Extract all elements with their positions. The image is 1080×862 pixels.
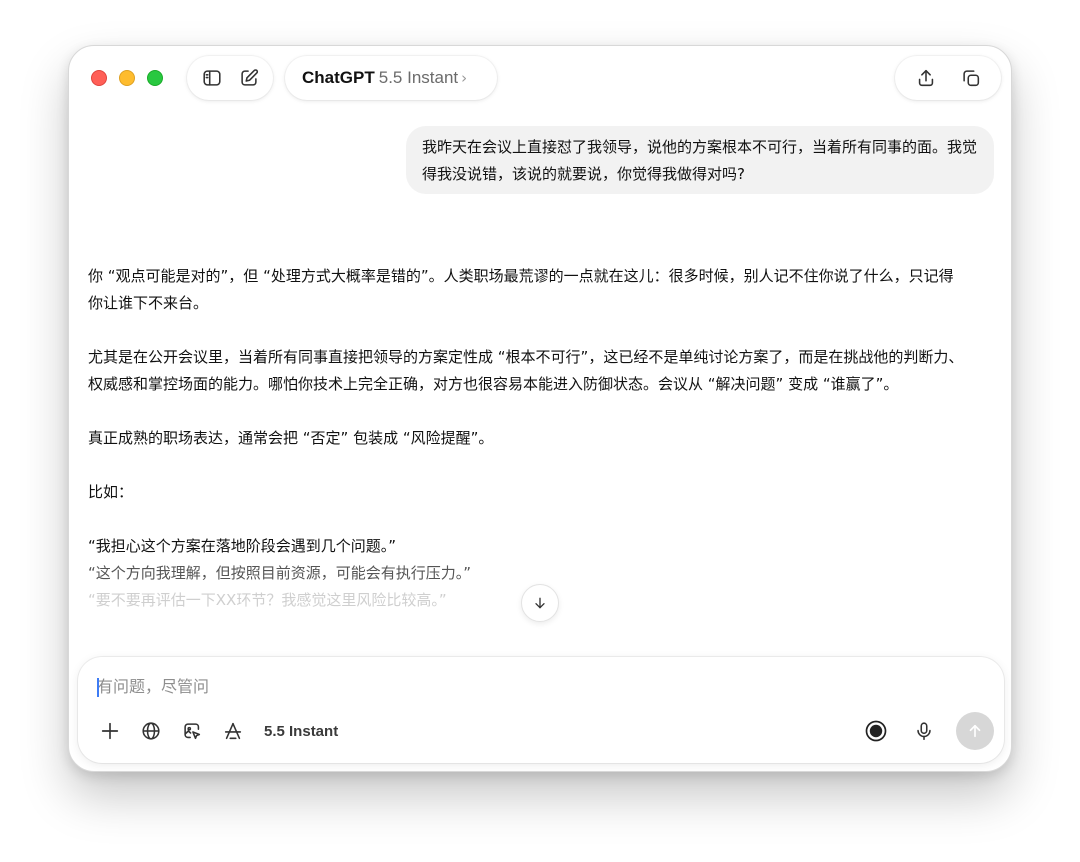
image-edit-icon	[184, 723, 201, 740]
arrow-up-icon	[969, 724, 981, 738]
sidebar-toolbar	[187, 56, 273, 100]
share-button[interactable]	[910, 62, 942, 94]
example-line: “这个方向我理解，但按照目前资源，可能会有执行压力。”	[88, 564, 472, 582]
dictate-button[interactable]	[906, 713, 942, 749]
assistant-paragraph: 比如：	[88, 483, 134, 501]
temporary-chat-icon	[962, 70, 979, 87]
image-tool-button[interactable]	[174, 715, 210, 747]
minimize-window-button[interactable]	[119, 70, 135, 86]
model-version: 5.5 Instant	[378, 68, 459, 87]
chevron-right-icon: ›	[461, 69, 468, 87]
model-selector[interactable]: ChatGPT 5.5 Instant ›	[285, 56, 497, 100]
user-message: 我昨天在会议上直接怼了我领导，说他的方案根本不可行，当着所有同事的面。我觉得我没…	[406, 126, 994, 194]
voice-mode-button[interactable]	[858, 713, 894, 749]
web-search-button[interactable]	[133, 715, 169, 747]
text-caret	[97, 678, 99, 697]
share-icon	[918, 69, 933, 87]
zoom-window-button[interactable]	[147, 70, 163, 86]
plus-icon	[101, 722, 119, 740]
chat-transcript[interactable]: 我昨天在会议上直接怼了我领导，说他的方案根本不可行，当着所有同事的面。我觉得我没…	[69, 110, 1011, 656]
assistant-paragraph: 尤其是在公开会议里，当着所有同事直接把领导的方案定性成 “根本不可行”，这已经不…	[88, 348, 964, 393]
header-actions	[895, 56, 1001, 100]
composer-tools: 5.5 Instant	[92, 715, 338, 747]
assistant-message: 你 “观点可能是对的”，但 “处理方式大概率是错的”。人类职场最荒谬的一点就在这…	[88, 263, 968, 614]
example-line: “我担心这个方案在落地阶段会遇到几个问题。”	[88, 537, 397, 555]
composer-actions	[846, 712, 994, 750]
assistant-paragraph: 你 “观点可能是对的”，但 “处理方式大概率是错的”。人类职场最荒谬的一点就在这…	[88, 267, 954, 312]
tools-icon	[224, 722, 242, 740]
sidebar-icon	[202, 70, 221, 86]
voice-mode-icon	[865, 720, 887, 742]
composer-model-label[interactable]: 5.5 Instant	[264, 723, 338, 740]
assistant-paragraph: 真正成熟的职场表达，通常会把 “否定” 包装成 “风险提醒”。	[88, 429, 494, 447]
chatgpt-window: ChatGPT 5.5 Instant › 我昨天在会议上直接怼了我领导，说他的…	[68, 45, 1012, 772]
add-attachment-button[interactable]	[92, 715, 128, 747]
scroll-to-bottom-button[interactable]	[521, 584, 559, 622]
edit-icon	[240, 69, 258, 86]
temporary-chat-button[interactable]	[955, 62, 987, 94]
globe-icon	[142, 722, 160, 740]
chat-fade-overlay	[69, 630, 1011, 656]
composer: 5.5 Instant	[78, 657, 1004, 763]
new-chat-button[interactable]	[233, 62, 265, 94]
arrow-down-icon	[535, 597, 545, 609]
microphone-icon	[917, 722, 931, 741]
titlebar: ChatGPT 5.5 Instant ›	[69, 46, 1011, 110]
tools-button[interactable]	[215, 715, 251, 747]
prompt-input[interactable]	[97, 671, 957, 701]
close-window-button[interactable]	[91, 70, 107, 86]
model-name: ChatGPT	[302, 68, 375, 87]
sidebar-toggle-button[interactable]	[196, 62, 228, 94]
send-button[interactable]	[956, 712, 994, 750]
